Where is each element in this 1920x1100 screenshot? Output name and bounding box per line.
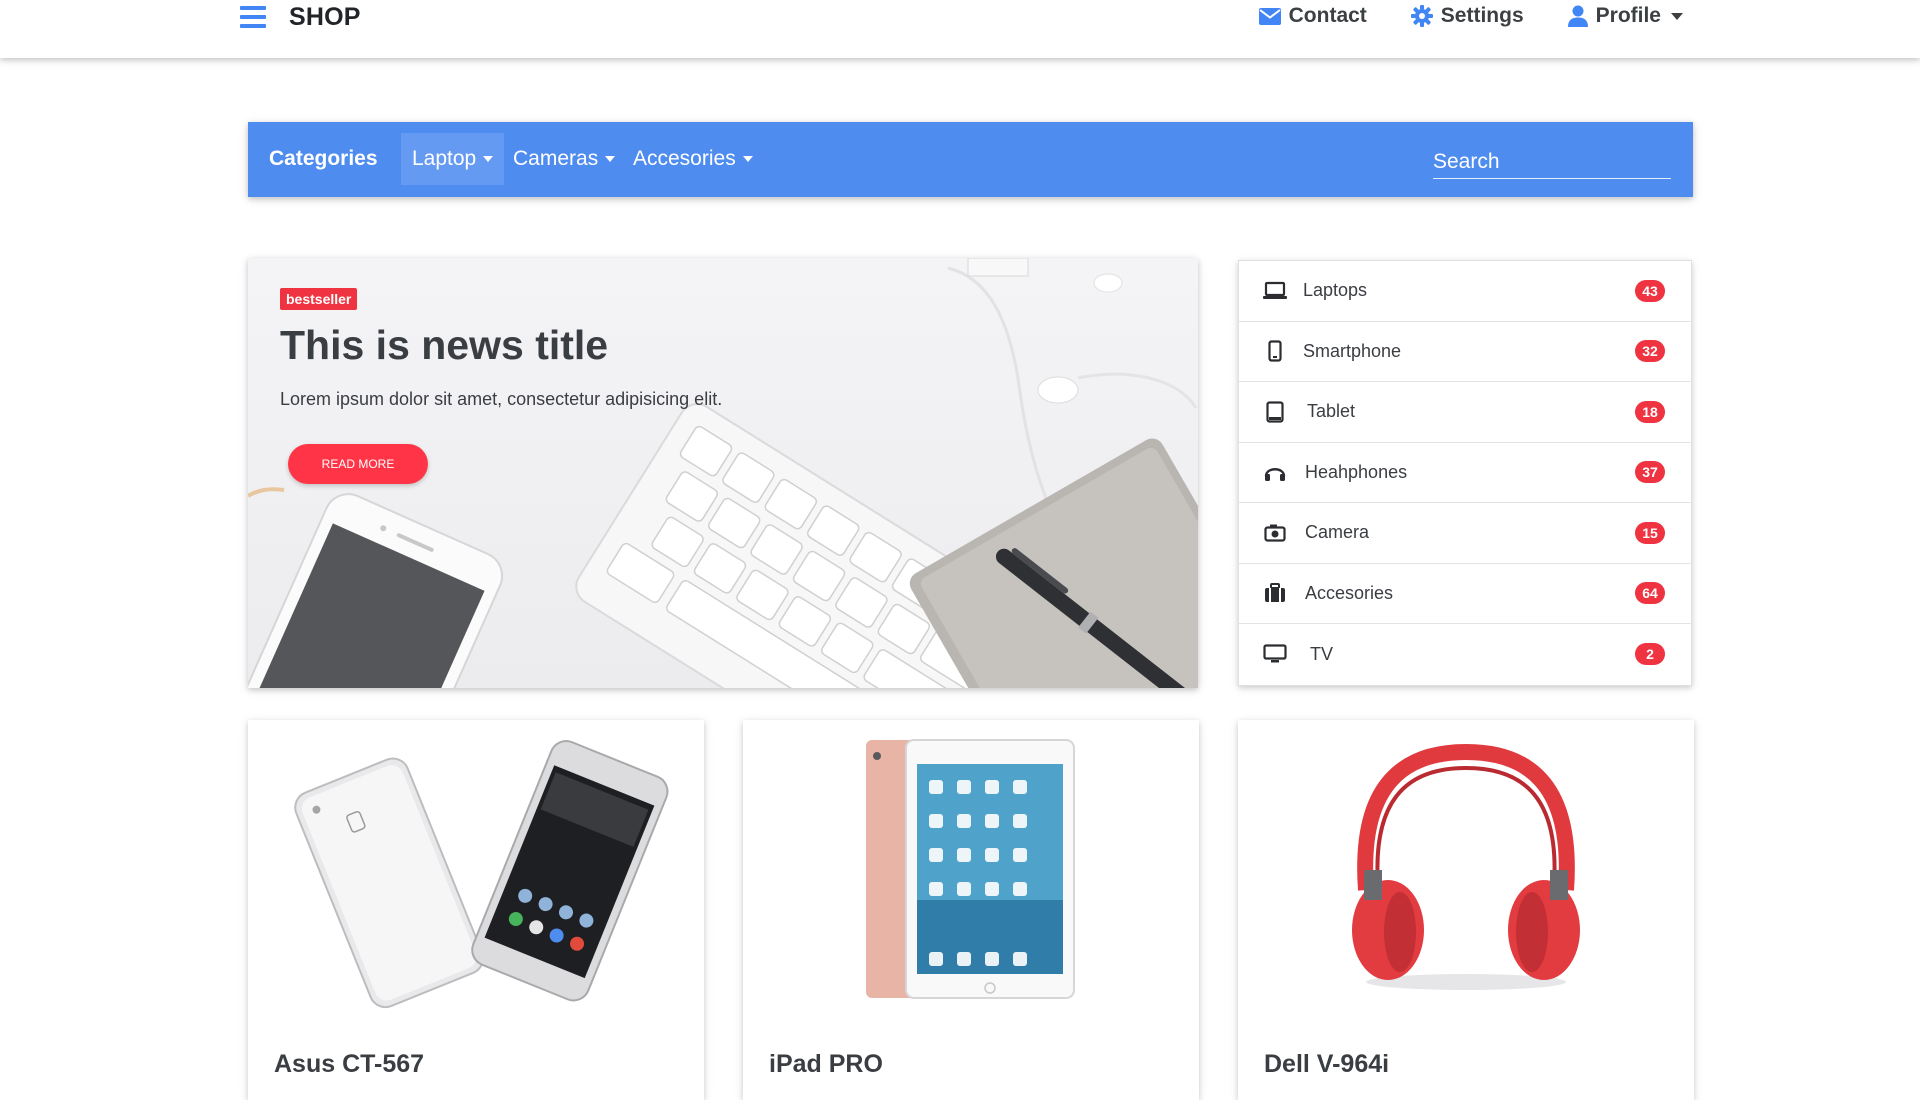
menu-cameras-label: Cameras — [513, 147, 599, 170]
headphones-image — [1352, 743, 1580, 990]
laptop-icon — [1263, 279, 1287, 303]
count-badge: 2 — [1635, 643, 1665, 666]
product-name: Dell V-964i — [1264, 1050, 1390, 1078]
nav-profile-dropdown[interactable]: Profile — [1567, 4, 1683, 28]
hamburger-menu-icon[interactable] — [240, 6, 266, 28]
category-label: Tablet — [1307, 401, 1356, 422]
gear-icon — [1410, 5, 1433, 27]
nav-settings[interactable]: Settings — [1410, 4, 1524, 28]
product-name: iPad PRO — [769, 1050, 883, 1078]
chevron-down-icon — [742, 156, 753, 162]
smartphone-image — [294, 740, 669, 1009]
user-icon — [1567, 5, 1588, 27]
category-navbar: Categories Laptop Cameras Accesories — [248, 122, 1693, 197]
category-label: Heahphones — [1305, 461, 1408, 482]
camera-icon — [1263, 521, 1287, 545]
count-badge: 43 — [1635, 279, 1665, 302]
hero-banner: bestseller This is news title Lorem ipsu… — [248, 258, 1198, 688]
product-card-asus[interactable]: Asus CT-567 — [248, 720, 704, 1100]
count-badge: 64 — [1635, 582, 1665, 605]
brand-logo[interactable]: SHOP — [289, 3, 361, 32]
chevron-down-icon — [483, 156, 494, 162]
nav-profile-label: Profile — [1595, 4, 1661, 27]
category-item-tablet[interactable]: Tablet 18 — [1239, 382, 1691, 443]
category-label: Accesories — [1305, 582, 1394, 603]
hero-title: This is news title — [280, 322, 609, 368]
hero-description: Lorem ipsum dolor sit amet, consectetur … — [280, 389, 723, 409]
count-badge: 37 — [1635, 461, 1665, 484]
count-badge: 15 — [1635, 521, 1665, 544]
menu-accesories-label: Accesories — [633, 147, 736, 170]
envelope-icon — [1258, 7, 1281, 25]
tablet-icon — [1263, 400, 1287, 424]
tv-icon — [1263, 642, 1287, 666]
count-badge: 18 — [1635, 400, 1665, 423]
count-badge: 32 — [1635, 340, 1665, 363]
category-label: Laptops — [1303, 280, 1368, 301]
product-name: Asus CT-567 — [274, 1050, 425, 1078]
product-card-ipad[interactable]: iPad PRO — [743, 720, 1199, 1100]
tablet-image — [866, 739, 1075, 999]
category-label: Camera — [1305, 522, 1370, 543]
menu-laptop-label: Laptop — [412, 147, 477, 170]
product-card-dell[interactable]: Dell V-964i — [1238, 720, 1694, 1100]
chevron-down-icon — [605, 156, 616, 162]
nav-settings-label: Settings — [1440, 4, 1524, 27]
menu-cameras-dropdown[interactable]: Cameras — [502, 133, 626, 185]
category-label: Smartphone — [1303, 340, 1402, 361]
category-item-camera[interactable]: Camera 15 — [1239, 503, 1691, 564]
category-label: TV — [1310, 643, 1334, 664]
category-item-headphones[interactable]: Heahphones 37 — [1239, 443, 1691, 503]
search-input[interactable] — [1433, 146, 1671, 179]
menu-laptop-dropdown[interactable]: Laptop — [401, 133, 505, 185]
category-list: Laptops 43 Smartphone 32 Tablet 18 Heahp… — [1238, 260, 1692, 686]
menu-accesories-dropdown[interactable]: Accesories — [622, 133, 764, 185]
category-item-laptops[interactable]: Laptops 43 — [1239, 261, 1691, 322]
suitcase-icon — [1263, 581, 1287, 605]
category-item-smartphone[interactable]: Smartphone 32 — [1239, 322, 1691, 382]
category-item-tv[interactable]: TV 2 — [1239, 624, 1691, 685]
chevron-down-icon — [1671, 12, 1683, 20]
category-item-accesories[interactable]: Accesories 64 — [1239, 564, 1691, 624]
headphones-icon — [1263, 460, 1287, 484]
categories-title[interactable]: Categories — [269, 147, 378, 171]
nav-contact-label: Contact — [1288, 4, 1367, 27]
mobile-icon — [1263, 339, 1287, 363]
nav-contact[interactable]: Contact — [1258, 4, 1367, 28]
top-nav: Contact Settings Profile — [1215, 4, 1683, 28]
top-navbar: SHOP Contact Settings Profile — [0, 0, 1920, 58]
read-more-button[interactable]: READ MORE — [288, 444, 428, 484]
